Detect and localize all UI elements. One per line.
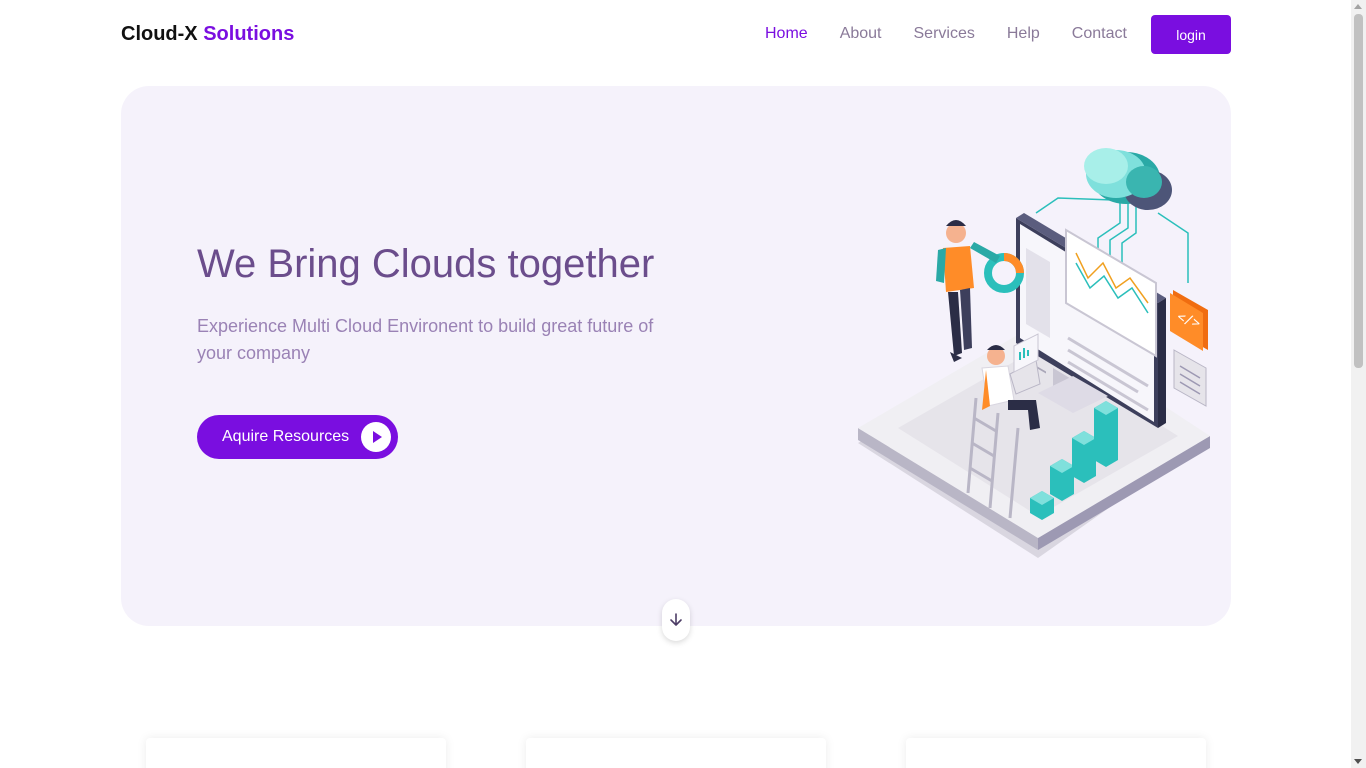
brand-name: Cloud-X bbox=[121, 23, 198, 45]
brand-name-accent: Solutions bbox=[203, 23, 295, 45]
nav-link-contact[interactable]: Contact bbox=[1072, 25, 1127, 43]
nav-link-home[interactable]: Home bbox=[765, 25, 808, 43]
brand-logo[interactable]: Cloud-X Solutions bbox=[121, 23, 294, 46]
cta-label: Aquire Resources bbox=[222, 428, 350, 445]
scroll-down-arrow-icon[interactable] bbox=[1354, 759, 1362, 764]
cloud-computing-illustration: </> bbox=[858, 138, 1218, 563]
login-button[interactable]: login bbox=[1151, 15, 1231, 54]
hero-title: We Bring Clouds together bbox=[197, 242, 655, 286]
arrow-down-icon bbox=[670, 613, 682, 626]
feature-card bbox=[146, 738, 446, 768]
feature-card bbox=[526, 738, 826, 768]
nav-link-services[interactable]: Services bbox=[914, 25, 975, 43]
nav-link-about[interactable]: About bbox=[840, 25, 882, 43]
site-header: Cloud-X Solutions Home About Services He… bbox=[0, 0, 1351, 70]
hero-subtitle: Experience Multi Cloud Environent to bui… bbox=[197, 316, 654, 363]
scrollbar-thumb[interactable] bbox=[1354, 14, 1363, 368]
hero-section: We Bring Clouds together Experience Mult… bbox=[121, 86, 1231, 641]
nav-link-help[interactable]: Help bbox=[1007, 25, 1040, 43]
scroll-down-button[interactable] bbox=[662, 599, 690, 641]
main-nav: Home About Services Help Contact bbox=[765, 25, 1159, 43]
acquire-resources-button[interactable]: Aquire Resources bbox=[197, 415, 398, 459]
scroll-up-arrow-icon[interactable] bbox=[1354, 4, 1362, 9]
play-icon bbox=[361, 422, 391, 452]
page: Cloud-X Solutions Home About Services He… bbox=[0, 0, 1351, 768]
feature-card bbox=[906, 738, 1206, 768]
vertical-scrollbar[interactable] bbox=[1351, 0, 1366, 768]
